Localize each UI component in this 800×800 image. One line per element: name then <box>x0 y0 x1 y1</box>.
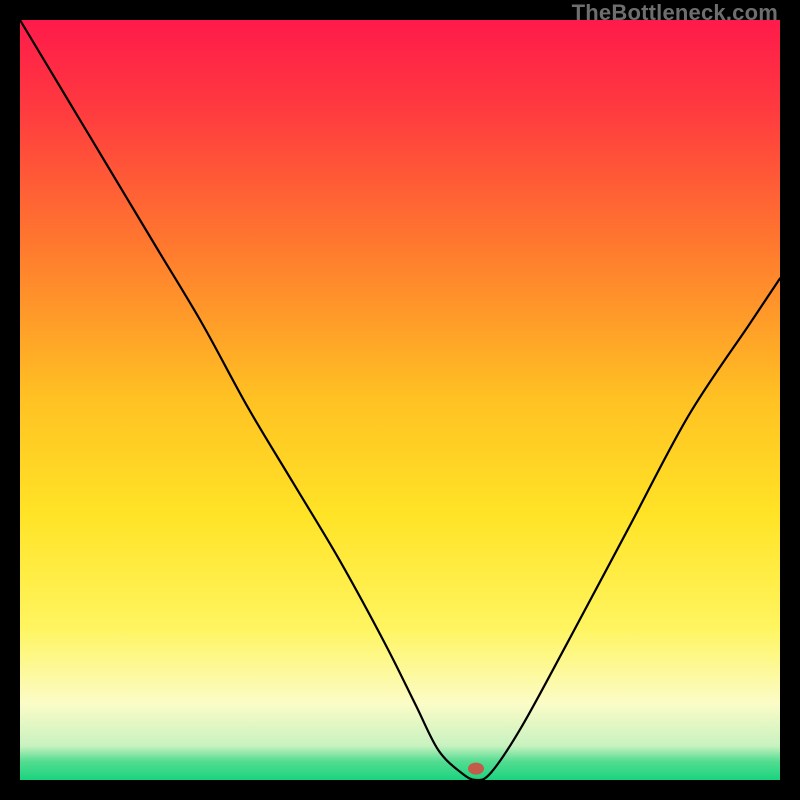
watermark-text: TheBottleneck.com <box>572 0 778 26</box>
bottleneck-chart <box>20 20 780 780</box>
optimal-point-marker <box>468 763 484 775</box>
chart-frame <box>20 20 780 780</box>
chart-background <box>20 20 780 780</box>
